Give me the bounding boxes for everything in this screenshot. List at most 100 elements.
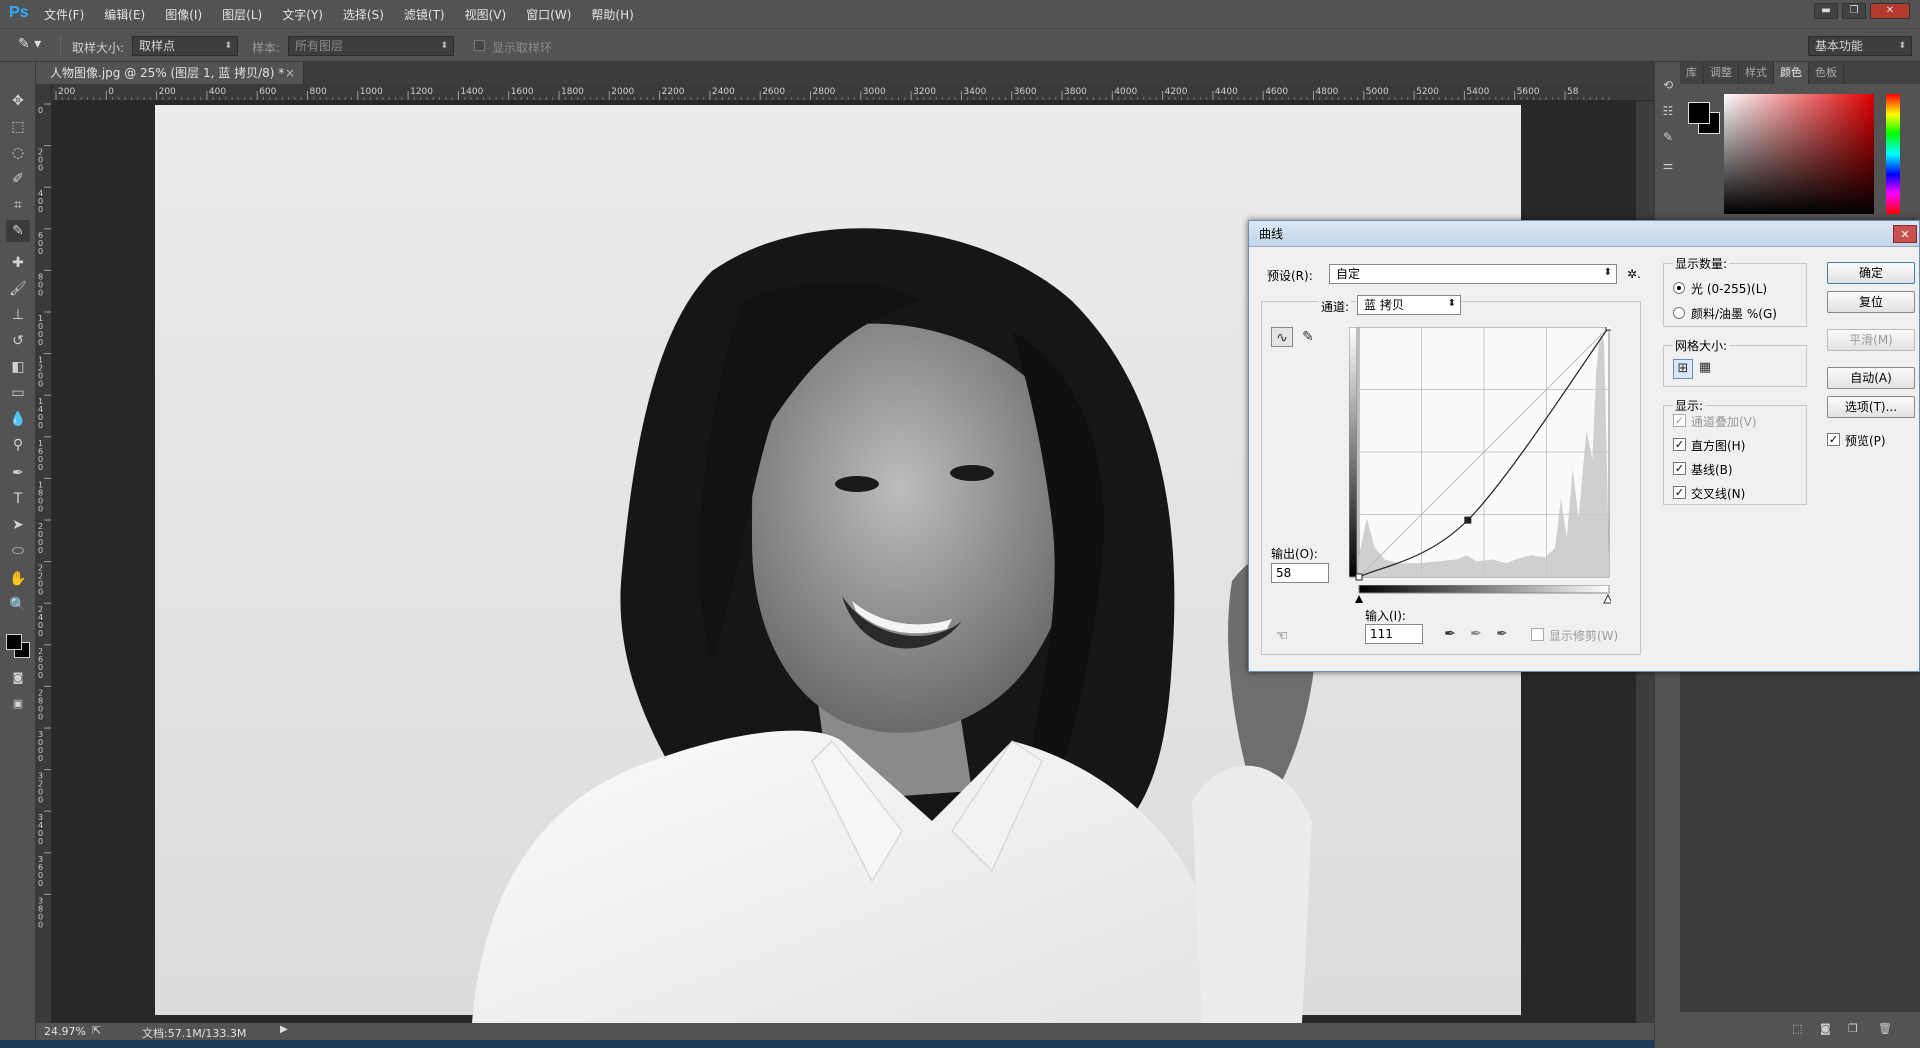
show-ring-checkbox[interactable] xyxy=(474,40,485,51)
gradient-tool-icon[interactable]: ▭ xyxy=(6,382,30,404)
healing-tool-icon[interactable]: ✚ xyxy=(6,252,30,274)
output-field[interactable]: 58 xyxy=(1271,563,1329,583)
menu-file[interactable]: 文件(F) xyxy=(44,6,84,23)
tab-library[interactable]: 库 xyxy=(1680,62,1704,84)
preset-options-gear-icon[interactable]: ✲. xyxy=(1627,267,1641,281)
curve-graph[interactable] xyxy=(1349,327,1611,583)
menu-type[interactable]: 文字(Y) xyxy=(282,6,323,23)
show-clipping-checkbox[interactable] xyxy=(1531,628,1544,641)
ellipse-tool-icon[interactable]: ⬭ xyxy=(6,540,30,562)
pigment-radio[interactable] xyxy=(1673,307,1685,319)
status-menu-arrow-icon[interactable]: ▶ xyxy=(280,1024,288,1035)
black-point-slider-icon[interactable] xyxy=(1355,595,1363,603)
histogram-checkbox[interactable]: ✓ xyxy=(1673,438,1686,451)
mask-icon[interactable]: ◙ xyxy=(1820,1022,1831,1035)
restore-button[interactable]: ❐ xyxy=(1842,3,1866,19)
document-tab[interactable]: 人物图像.jpg @ 25% (图层 1, 蓝 拷贝/8) * × xyxy=(36,62,304,84)
zoom-tool-icon[interactable]: 🔍 xyxy=(6,594,30,616)
curve-control-point[interactable] xyxy=(1464,516,1472,524)
dodge-tool-icon[interactable]: ⚲ xyxy=(6,434,30,456)
auto-button[interactable]: 自动(A) xyxy=(1827,367,1915,389)
minimize-button[interactable]: ▬ xyxy=(1814,3,1838,19)
app-logo: Ps xyxy=(9,4,29,21)
gray-point-eyedropper-icon[interactable]: ✒ xyxy=(1465,624,1487,644)
zoom-level[interactable]: 24.97% xyxy=(44,1025,86,1038)
path-select-tool-icon[interactable]: ➤ xyxy=(6,514,30,536)
intersection-checkbox[interactable]: ✓ xyxy=(1673,486,1686,499)
menu-window[interactable]: 窗口(W) xyxy=(526,6,571,23)
menu-filter[interactable]: 滤镜(T) xyxy=(404,6,445,23)
smooth-button[interactable]: 平滑(M) xyxy=(1827,329,1915,351)
preset-select[interactable]: 自定 ⬍ xyxy=(1329,264,1617,284)
type-tool-icon[interactable]: T xyxy=(6,488,30,510)
white-point-eyedropper-icon[interactable]: ✒ xyxy=(1491,624,1513,644)
menu-image[interactable]: 图像(I) xyxy=(165,6,202,23)
curve-point-tool-icon[interactable]: ∿ xyxy=(1271,327,1293,347)
sample-select[interactable]: 所有图层 ⬍ xyxy=(288,36,454,56)
tab-color[interactable]: 颜色 xyxy=(1774,62,1809,84)
blur-tool-icon[interactable]: 💧 xyxy=(6,408,30,430)
tab-swatches[interactable]: 色板 xyxy=(1809,62,1844,84)
curve-control-point[interactable] xyxy=(1355,573,1363,581)
pencil-draw-icon[interactable]: ✎ xyxy=(1297,327,1319,347)
quick-mask-icon[interactable]: ◙ xyxy=(6,666,30,688)
input-field[interactable]: 111 xyxy=(1365,624,1423,644)
menu-view[interactable]: 视图(V) xyxy=(465,6,507,23)
move-tool-icon[interactable]: ✥ xyxy=(6,90,30,112)
curves-dialog: 曲线 ✕ 预设(R): 自定 ⬍ ✲. 通道: 蓝 拷贝 ⬍ ∿ ✎ 输出(O): … xyxy=(1248,220,1920,672)
lasso-tool-icon[interactable]: ◌ xyxy=(6,142,30,164)
preview-checkbox[interactable]: ✓ xyxy=(1827,433,1840,446)
eraser-tool-icon[interactable]: ◧ xyxy=(6,356,30,378)
on-image-adjust-hand-icon[interactable]: ☜ xyxy=(1271,626,1293,646)
properties-panel-icon[interactable]: ☷ xyxy=(1659,104,1677,124)
simple-grid-icon[interactable]: ⊞ xyxy=(1673,359,1693,379)
hue-slider[interactable] xyxy=(1886,94,1900,214)
menu-help[interactable]: 帮助(H) xyxy=(591,6,633,23)
color-field[interactable] xyxy=(1724,94,1874,214)
channel-select[interactable]: 蓝 拷贝 ⬍ xyxy=(1357,295,1461,315)
detailed-grid-icon[interactable]: ▦ xyxy=(1695,359,1715,379)
crop-tool-icon[interactable]: ⌗ xyxy=(6,194,30,216)
close-tab-icon[interactable]: × xyxy=(285,62,295,84)
panel-foreground-swatch[interactable] xyxy=(1688,102,1710,124)
quick-select-tool-icon[interactable]: ✐ xyxy=(6,168,30,190)
black-point-eyedropper-icon[interactable]: ✒ xyxy=(1439,624,1461,644)
brush-panel-icon[interactable]: ✎ xyxy=(1659,130,1677,150)
marquee-tool-icon[interactable]: ⬚ xyxy=(6,116,30,138)
reset-button[interactable]: 复位 xyxy=(1827,291,1915,313)
input-gradient-bar[interactable] xyxy=(1349,585,1611,607)
adjust-panel-icon[interactable]: ⚌ xyxy=(1659,158,1677,178)
menu-edit[interactable]: 编辑(E) xyxy=(104,6,145,23)
tab-styles[interactable]: 样式 xyxy=(1739,62,1774,84)
foreground-color-swatch[interactable] xyxy=(6,634,22,650)
stamp-tool-icon[interactable]: ⊥ xyxy=(6,304,30,326)
channel-overlay-checkbox[interactable]: ✓ xyxy=(1673,414,1686,427)
workspace-select[interactable]: 基本功能 ⬍ xyxy=(1808,36,1912,56)
menu-select[interactable]: 选择(S) xyxy=(343,6,384,23)
eyedropper-tool-icon[interactable]: ✎ xyxy=(6,220,30,242)
curves-close-icon[interactable]: ✕ xyxy=(1893,225,1917,243)
white-point-slider-icon[interactable] xyxy=(1603,593,1611,604)
close-window-button[interactable]: ✕ xyxy=(1870,3,1910,19)
new-layer-icon[interactable]: ❐ xyxy=(1848,1022,1858,1035)
hand-tool-icon[interactable]: ✋ xyxy=(6,568,30,590)
pen-tool-icon[interactable]: ✒ xyxy=(6,462,30,484)
curve-control-point[interactable] xyxy=(1605,327,1611,331)
history-brush-tool-icon[interactable]: ↺ xyxy=(6,330,30,352)
histogram-label: 直方图(H) xyxy=(1691,439,1746,453)
new-group-icon[interactable]: ⬚ xyxy=(1792,1022,1802,1035)
eyedropper-preset-icon[interactable]: ✎ ▾ xyxy=(18,36,54,56)
baseline-checkbox[interactable]: ✓ xyxy=(1673,462,1686,475)
trash-icon[interactable]: 🗑 xyxy=(1878,1022,1892,1035)
history-panel-icon[interactable]: ⟲ xyxy=(1659,78,1677,98)
sample-size-select[interactable]: 取样点 ⬍ xyxy=(132,36,238,56)
share-icon[interactable]: ⇱ xyxy=(92,1024,101,1037)
tab-adjustments[interactable]: 调整 xyxy=(1704,62,1739,84)
screen-mode-icon[interactable]: ▣ xyxy=(6,692,30,714)
options-button[interactable]: 选项(T)... xyxy=(1827,396,1915,418)
curves-dialog-title[interactable]: 曲线 ✕ xyxy=(1249,221,1919,247)
menu-layer[interactable]: 图层(L) xyxy=(222,6,262,23)
light-radio[interactable] xyxy=(1673,282,1685,294)
brush-tool-icon[interactable]: 🖌 xyxy=(6,278,30,300)
ok-button[interactable]: 确定 xyxy=(1827,262,1915,284)
